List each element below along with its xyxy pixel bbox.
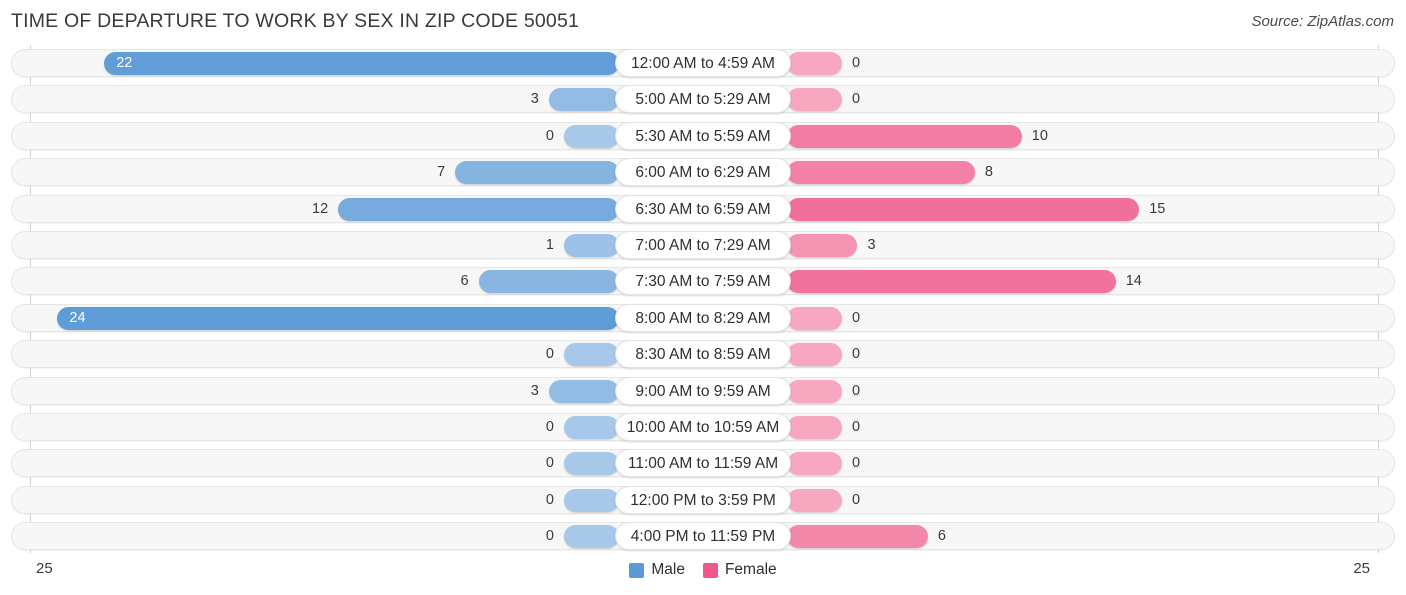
category-label: 9:00 AM to 9:59 AM bbox=[615, 376, 791, 405]
bar-male bbox=[564, 343, 619, 367]
legend-item[interactable]: Female bbox=[702, 561, 777, 579]
bar-value-female: 0 bbox=[852, 91, 861, 108]
bar-value-male: 1 bbox=[545, 236, 554, 253]
chart-plot-area: 22 0 12:00 AM to 4:59 AM 3 0 5:00 AM to 5:29 … bbox=[0, 45, 1406, 555]
bar-value-male: 0 bbox=[545, 455, 554, 472]
category-label: 8:30 AM to 8:59 AM bbox=[615, 340, 791, 369]
chart-row: 0 0 10:00 AM to 10:59 AM bbox=[0, 409, 1406, 445]
bar-value-male: 7 bbox=[437, 164, 446, 181]
bar-value-male: 0 bbox=[545, 418, 554, 435]
category-label: 12:00 PM to 3:59 PM bbox=[615, 485, 791, 514]
chart-row: 0 0 11:00 AM to 11:59 AM bbox=[0, 445, 1406, 481]
bar-female bbox=[787, 525, 928, 549]
bar-female bbox=[787, 88, 842, 112]
legend-swatch-male bbox=[629, 562, 645, 578]
bar-male bbox=[548, 88, 619, 112]
bar-male bbox=[338, 197, 619, 221]
bar-value-female: 0 bbox=[852, 55, 861, 71]
bar-female bbox=[787, 161, 975, 185]
bar-female bbox=[787, 197, 1140, 221]
chart-row: 6 14 7:30 AM to 7:59 AM bbox=[0, 263, 1406, 299]
bar-rows-container: 22 0 12:00 AM to 4:59 AM 3 0 5:00 AM to 5:29 … bbox=[0, 45, 1406, 554]
bar-male bbox=[478, 270, 619, 294]
chart-row: 24 0 8:00 AM to 8:29 AM bbox=[0, 300, 1406, 336]
bar-value-male: 24 bbox=[69, 309, 86, 326]
chart-row: 3 0 9:00 AM to 9:59 AM bbox=[0, 373, 1406, 409]
chart-row: 7 8 6:00 AM to 6:29 AM bbox=[0, 154, 1406, 190]
bar-value-female: 10 bbox=[1031, 127, 1048, 144]
bar-value-female: 0 bbox=[852, 346, 861, 363]
bar-male bbox=[564, 452, 619, 476]
chart-row: 0 10 5:30 AM to 5:59 AM bbox=[0, 118, 1406, 154]
bar-value-female: 0 bbox=[852, 455, 861, 472]
bar-value-female: 8 bbox=[984, 164, 993, 181]
category-label: 8:00 AM to 8:29 AM bbox=[615, 303, 791, 332]
bar-female bbox=[787, 52, 842, 75]
bar-female bbox=[787, 488, 842, 512]
chart-row: 0 0 8:30 AM to 8:59 AM bbox=[0, 336, 1406, 372]
bar-value-female: 0 bbox=[852, 382, 861, 399]
bar-male bbox=[57, 306, 619, 330]
chart-row: 0 6 4:00 PM to 11:59 PM bbox=[0, 518, 1406, 554]
bar-male bbox=[104, 52, 619, 75]
bar-value-male: 0 bbox=[545, 346, 554, 363]
legend-item[interactable]: Male bbox=[629, 561, 685, 579]
category-label: 4:00 PM to 11:59 PM bbox=[615, 522, 791, 551]
bar-value-male: 0 bbox=[545, 127, 554, 144]
bar-value-female: 3 bbox=[867, 236, 876, 253]
bar-male bbox=[455, 161, 619, 185]
chart-row: 0 0 12:00 PM to 3:59 PM bbox=[0, 482, 1406, 518]
chart-header: TIME OF DEPARTURE TO WORK BY SEX IN ZIP … bbox=[0, 0, 1406, 44]
category-label: 7:30 AM to 7:59 AM bbox=[615, 267, 791, 296]
bar-male bbox=[564, 233, 619, 257]
category-label: 5:30 AM to 5:59 AM bbox=[615, 121, 791, 150]
bar-male bbox=[564, 525, 619, 549]
category-label: 12:00 AM to 4:59 AM bbox=[615, 49, 791, 77]
bar-value-female: 15 bbox=[1149, 200, 1166, 217]
legend-label: Male bbox=[651, 561, 685, 578]
legend-swatch-female bbox=[702, 562, 718, 578]
bar-female bbox=[787, 415, 842, 439]
category-label: 6:00 AM to 6:29 AM bbox=[615, 158, 791, 187]
bar-male bbox=[564, 488, 619, 512]
page-title: TIME OF DEPARTURE TO WORK BY SEX IN ZIP … bbox=[11, 10, 580, 32]
chart-row: 1 3 7:00 AM to 7:29 AM bbox=[0, 227, 1406, 263]
bar-female bbox=[787, 379, 842, 403]
category-label: 10:00 AM to 10:59 AM bbox=[615, 412, 791, 441]
bar-male bbox=[564, 415, 619, 439]
bar-value-male: 3 bbox=[530, 382, 539, 399]
legend-label: Female bbox=[724, 561, 777, 578]
category-label: 6:30 AM to 6:59 AM bbox=[615, 194, 791, 223]
bar-value-male: 0 bbox=[545, 491, 554, 508]
chart-legend: Male Female bbox=[0, 561, 1406, 579]
bar-value-female: 14 bbox=[1125, 273, 1142, 290]
bar-value-male: 12 bbox=[312, 200, 329, 217]
chart-row: 12 15 6:30 AM to 6:59 AM bbox=[0, 191, 1406, 227]
chart-row: 3 0 5:00 AM to 5:29 AM bbox=[0, 81, 1406, 117]
category-label: 7:00 AM to 7:29 AM bbox=[615, 230, 791, 259]
bar-value-male: 0 bbox=[545, 528, 554, 545]
bar-value-male: 22 bbox=[116, 55, 133, 71]
bar-female bbox=[787, 452, 842, 476]
bar-value-female: 0 bbox=[852, 309, 861, 326]
chart-row: 22 0 12:00 AM to 4:59 AM bbox=[0, 45, 1406, 81]
chart-footer: 25 25 Male Female bbox=[0, 555, 1406, 595]
bar-male bbox=[548, 379, 619, 403]
bar-value-female: 0 bbox=[852, 491, 861, 508]
bar-male bbox=[564, 124, 619, 148]
bar-female bbox=[787, 233, 858, 257]
bar-female bbox=[787, 124, 1022, 148]
category-label: 5:00 AM to 5:29 AM bbox=[615, 85, 791, 114]
category-label: 11:00 AM to 11:59 AM bbox=[615, 449, 791, 478]
bar-value-female: 6 bbox=[937, 528, 946, 545]
bar-female bbox=[787, 306, 842, 330]
bar-female bbox=[787, 270, 1116, 294]
source-attribution: Source: ZipAtlas.com bbox=[1251, 13, 1394, 30]
bar-value-female: 0 bbox=[852, 418, 861, 435]
bar-value-male: 3 bbox=[530, 91, 539, 108]
bar-female bbox=[787, 343, 842, 367]
bar-value-male: 6 bbox=[460, 273, 469, 290]
